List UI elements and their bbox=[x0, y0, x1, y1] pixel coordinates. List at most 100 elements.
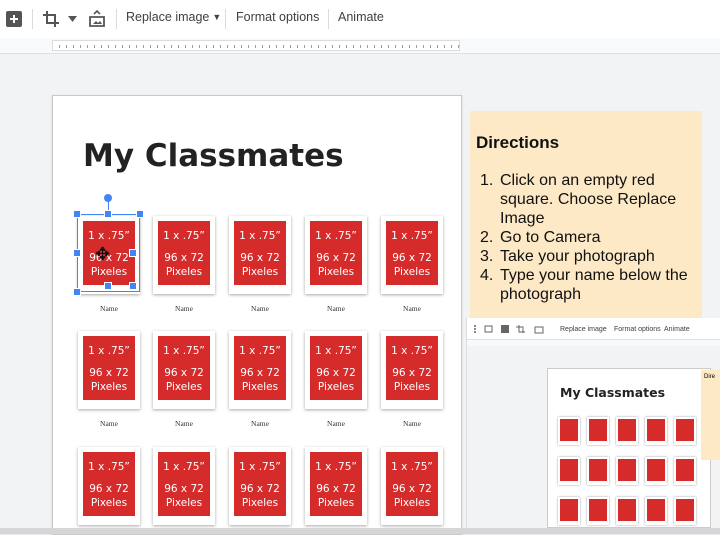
scrollbar-track[interactable] bbox=[0, 528, 720, 534]
resize-handle-right[interactable] bbox=[129, 249, 137, 257]
name-caption[interactable]: Name bbox=[78, 419, 140, 428]
inset-photo-placeholder bbox=[616, 457, 638, 485]
placeholder-size-text: 1 x .75” bbox=[88, 345, 130, 357]
name-caption[interactable]: Name bbox=[381, 304, 443, 313]
animate-button[interactable]: Animate bbox=[338, 10, 384, 24]
photo-placeholder[interactable]: 1 x .75” 96 x 72 Pixeles bbox=[305, 331, 367, 409]
name-caption[interactable]: Name bbox=[153, 419, 215, 428]
new-slide-icon[interactable] bbox=[4, 9, 24, 29]
step-text: Type your name below the photograph bbox=[500, 267, 688, 303]
name-caption[interactable]: Name bbox=[229, 419, 291, 428]
placeholder-pixels-text: 96 x 72 bbox=[316, 483, 356, 495]
red-placeholder-square[interactable]: 1 x .75” 96 x 72 Pixeles bbox=[310, 452, 362, 516]
inset-red-square bbox=[618, 499, 636, 521]
placeholder-size-text: 1 x .75” bbox=[239, 230, 281, 242]
step-number: 2. bbox=[480, 229, 494, 246]
directions-step: 1. Click on an empty red square. Choose R… bbox=[476, 171, 696, 228]
resize-handle-left[interactable] bbox=[73, 249, 81, 257]
placeholder-unit-text: Pixeles bbox=[317, 266, 355, 278]
photo-placeholder[interactable]: 1 x .75” 96 x 72 Pixeles bbox=[381, 447, 443, 525]
placeholder-unit-text: Pixeles bbox=[317, 381, 355, 393]
photo-placeholder[interactable]: 1 x .75” 96 x 72 Pixeles bbox=[153, 331, 215, 409]
placeholder-pixels-text: 96 x 72 bbox=[392, 252, 432, 264]
format-options-button[interactable]: Format options bbox=[236, 10, 319, 24]
reset-image-icon[interactable] bbox=[86, 9, 108, 29]
red-placeholder-square[interactable]: 1 x .75” 96 x 72 Pixeles bbox=[83, 336, 135, 400]
inset-red-square bbox=[618, 459, 636, 481]
step-text: Click on an empty red square. Choose Rep… bbox=[500, 172, 677, 227]
resize-handle-top-right[interactable] bbox=[136, 210, 144, 218]
crop-icon[interactable] bbox=[40, 9, 62, 29]
name-caption[interactable]: Name bbox=[381, 419, 443, 428]
placeholder-unit-text: Pixeles bbox=[317, 497, 355, 509]
directions-box[interactable]: Directions 1. Click on an empty red squar… bbox=[470, 111, 702, 321]
directions-list: 1. Click on an empty red square. Choose R… bbox=[476, 171, 696, 304]
photo-placeholder[interactable]: 1 x .75” 96 x 72 Pixeles bbox=[305, 447, 367, 525]
placeholder-unit-text: Pixeles bbox=[241, 381, 279, 393]
rotation-handle[interactable] bbox=[104, 194, 112, 202]
toolbar-divider bbox=[328, 9, 329, 29]
red-placeholder-square[interactable]: 1 x .75” 96 x 72 Pixeles bbox=[158, 452, 210, 516]
photo-placeholder[interactable]: 1 x .75” 96 x 72 Pixeles bbox=[381, 216, 443, 294]
placeholder-unit-text: Pixeles bbox=[241, 266, 279, 278]
inset-photo-placeholder bbox=[558, 417, 580, 445]
inset-toolbar: Replace image Format options Animate bbox=[467, 318, 720, 340]
resize-handle-bottom[interactable] bbox=[104, 282, 112, 290]
name-caption[interactable]: Name bbox=[78, 304, 140, 313]
resize-handle-top[interactable] bbox=[104, 210, 112, 218]
placeholder-pixels-text: 96 x 72 bbox=[89, 483, 129, 495]
red-placeholder-square[interactable]: 1 x .75” 96 x 72 Pixeles bbox=[83, 452, 135, 516]
inset-toolbar-icons bbox=[474, 325, 544, 334]
name-caption[interactable]: Name bbox=[305, 419, 367, 428]
placeholder-pixels-text: 96 x 72 bbox=[164, 367, 204, 379]
name-caption[interactable]: Name bbox=[229, 304, 291, 313]
red-placeholder-square[interactable]: 1 x .75” 96 x 72 Pixeles bbox=[234, 452, 286, 516]
inset-red-square bbox=[647, 459, 665, 481]
placeholder-size-text: 1 x .75” bbox=[391, 230, 433, 242]
inset-photo-placeholder bbox=[587, 497, 609, 525]
crop-dropdown-chevron-icon[interactable] bbox=[66, 13, 78, 25]
inset-photo-placeholder bbox=[616, 497, 638, 525]
red-placeholder-square[interactable]: 1 x .75” 96 x 72 Pixeles bbox=[386, 221, 438, 285]
photo-placeholder[interactable]: 1 x .75” 96 x 72 Pixeles bbox=[78, 331, 140, 409]
placeholder-unit-text: Pixeles bbox=[241, 497, 279, 509]
slide-title[interactable]: My Classmates bbox=[83, 138, 344, 174]
replace-image-button[interactable]: Replace image ▼ bbox=[126, 10, 221, 24]
inset-red-square bbox=[676, 499, 694, 521]
red-placeholder-square[interactable]: 1 x .75” 96 x 72 Pixeles bbox=[386, 336, 438, 400]
red-placeholder-square[interactable]: 1 x .75” 96 x 72 Pixeles bbox=[386, 452, 438, 516]
name-caption[interactable]: Name bbox=[153, 304, 215, 313]
red-placeholder-square[interactable]: 1 x .75” 96 x 72 Pixeles bbox=[310, 221, 362, 285]
inset-replace-image-label: Replace image bbox=[560, 326, 607, 333]
name-caption[interactable]: Name bbox=[305, 304, 367, 313]
inset-photo-placeholder bbox=[674, 497, 696, 525]
toolbar-divider bbox=[225, 9, 226, 29]
placeholder-size-text: 1 x .75” bbox=[315, 230, 357, 242]
inset-photo-placeholder bbox=[558, 497, 580, 525]
horizontal-ruler[interactable] bbox=[52, 40, 460, 51]
photo-placeholder[interactable]: 1 x .75” 96 x 72 Pixeles bbox=[153, 216, 215, 294]
resize-handle-bottom-right[interactable] bbox=[129, 282, 137, 290]
inset-red-square bbox=[589, 499, 607, 521]
photo-placeholder[interactable]: 1 x .75” 96 x 72 Pixeles bbox=[229, 447, 291, 525]
photo-placeholder[interactable]: 1 x .75” 96 x 72 Pixeles bbox=[229, 331, 291, 409]
slide[interactable]: My Classmates 1 x .75” 96 x 72 Pixeles Name… bbox=[52, 95, 462, 535]
photo-placeholder[interactable]: 1 x .75” 96 x 72 Pixeles bbox=[381, 331, 443, 409]
photo-placeholder[interactable]: 1 x .75” 96 x 72 Pixeles bbox=[229, 216, 291, 294]
inset-photo-placeholder bbox=[645, 457, 667, 485]
placeholder-size-text: 1 x .75” bbox=[239, 345, 281, 357]
photo-placeholder[interactable]: 1 x .75” 96 x 72 Pixeles bbox=[153, 447, 215, 525]
photo-placeholder[interactable]: 1 x .75” 96 x 72 Pixeles bbox=[78, 447, 140, 525]
resize-handle-top-left[interactable] bbox=[73, 210, 81, 218]
red-placeholder-square[interactable]: 1 x .75” 96 x 72 Pixeles bbox=[158, 336, 210, 400]
photo-placeholder[interactable]: 1 x .75” 96 x 72 Pixeles bbox=[305, 216, 367, 294]
inset-photo-placeholder bbox=[587, 417, 609, 445]
red-placeholder-square[interactable]: 1 x .75” 96 x 72 Pixeles bbox=[234, 221, 286, 285]
red-placeholder-square[interactable]: 1 x .75” 96 x 72 Pixeles bbox=[310, 336, 362, 400]
red-placeholder-square[interactable]: 1 x .75” 96 x 72 Pixeles bbox=[234, 336, 286, 400]
format-options-label: Format options bbox=[236, 10, 320, 24]
inset-photo-placeholder bbox=[674, 417, 696, 445]
red-placeholder-square[interactable]: 1 x .75” 96 x 72 Pixeles bbox=[158, 221, 210, 285]
resize-handle-bottom-left[interactable] bbox=[73, 288, 81, 296]
directions-step: 3. Take your photograph bbox=[476, 247, 696, 266]
